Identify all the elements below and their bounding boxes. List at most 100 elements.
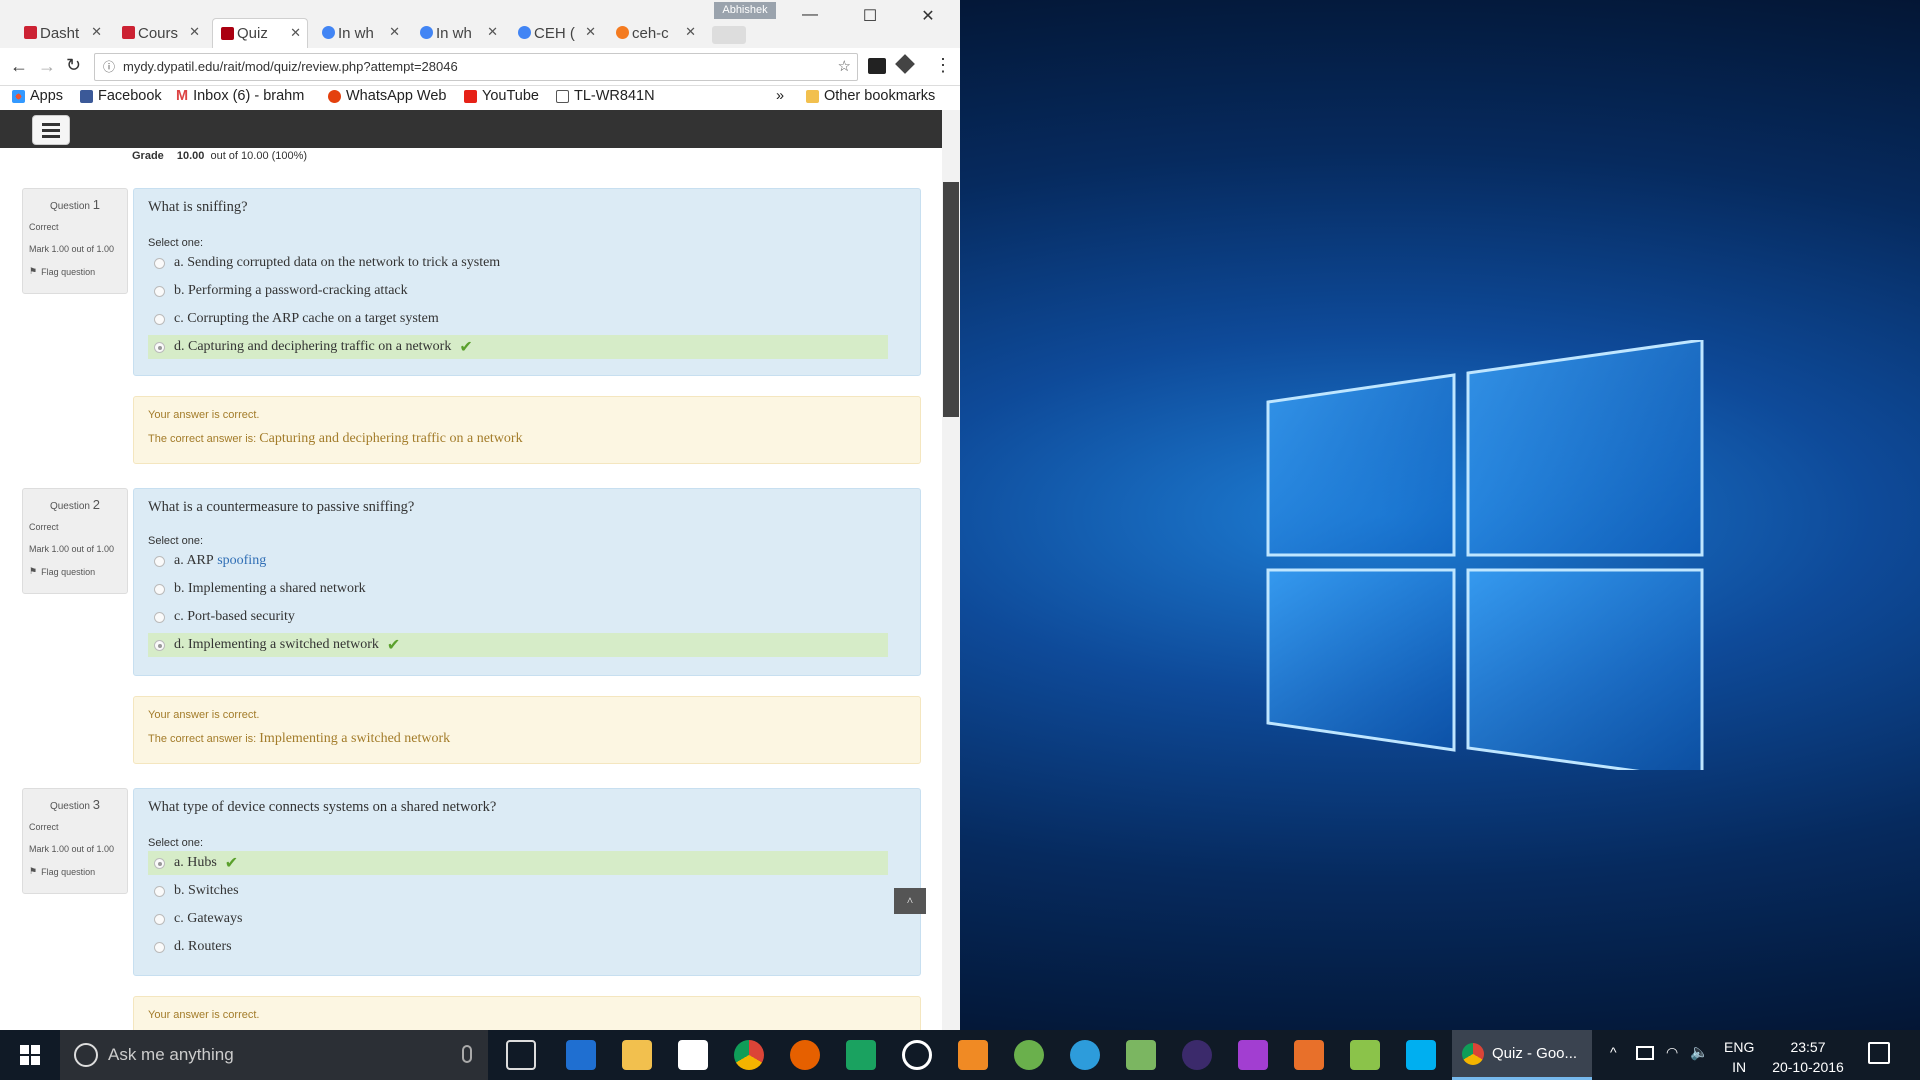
chrome-icon[interactable] xyxy=(734,1040,764,1070)
reload-icon[interactable]: ↻ xyxy=(66,55,81,76)
edge-icon[interactable] xyxy=(566,1040,596,1070)
bookmark-star-icon[interactable]: ☆ xyxy=(838,54,851,80)
bookmark-gmail[interactable]: M Inbox (6) - brahm xyxy=(176,88,304,104)
glossary-link[interactable]: spoofing xyxy=(217,553,266,569)
answer-option-selected[interactable]: d. Capturing and deciphering traffic on … xyxy=(148,335,888,359)
tab-close-icon[interactable]: ✕ xyxy=(487,24,498,40)
bluestacks-icon[interactable] xyxy=(1350,1040,1380,1070)
radio-button[interactable] xyxy=(154,913,165,925)
answer-option[interactable]: b. Switches xyxy=(148,879,888,903)
select-one-prompt: Select one: xyxy=(148,837,204,849)
answer-option[interactable]: c. Corrupting the ARP cache on a target … xyxy=(148,307,888,331)
answer-option[interactable]: c. Gateways xyxy=(148,907,888,931)
radio-button[interactable] xyxy=(154,611,165,623)
answer-option-selected[interactable]: d. Implementing a switched network ✔ xyxy=(148,633,888,657)
video-icon[interactable] xyxy=(958,1040,988,1070)
matlab-icon[interactable] xyxy=(1294,1040,1324,1070)
tab-google-2[interactable]: In wh ✕ xyxy=(412,18,504,48)
radio-button[interactable] xyxy=(154,857,165,869)
answer-option[interactable]: b. Performing a password-cracking attack xyxy=(148,279,888,303)
radio-button[interactable] xyxy=(154,257,165,269)
region-code: IN xyxy=(1732,1059,1747,1075)
volume-icon[interactable]: 🔈 xyxy=(1690,1043,1709,1061)
answer-option[interactable]: c. Port-based security xyxy=(148,605,888,629)
network-globe-icon[interactable] xyxy=(1070,1040,1100,1070)
skype-icon[interactable] xyxy=(1406,1040,1436,1070)
other-bookmarks[interactable]: Other bookmarks xyxy=(806,88,935,104)
radio-button[interactable] xyxy=(154,583,165,595)
vivaldi-icon[interactable] xyxy=(846,1040,876,1070)
cortana-search-box[interactable]: Ask me anything xyxy=(60,1030,488,1080)
answer-option[interactable]: a. ARP spoofing xyxy=(148,549,888,573)
task-view-icon[interactable] xyxy=(506,1040,536,1070)
radio-button[interactable] xyxy=(154,341,165,353)
taskbar-chrome-window[interactable]: Quiz - Goo... xyxy=(1452,1030,1592,1080)
extension-icon[interactable] xyxy=(868,58,886,74)
microphone-icon[interactable] xyxy=(462,1045,472,1063)
tab-close-icon[interactable]: ✕ xyxy=(685,24,696,40)
bookmark-apps[interactable]: Apps xyxy=(12,88,63,104)
phpstorm-icon[interactable] xyxy=(1238,1040,1268,1070)
tab-google-3[interactable]: CEH ( ✕ xyxy=(510,18,602,48)
tab-dashboard[interactable]: Dasht ✕ xyxy=(16,18,108,48)
tab-google-1[interactable]: In wh ✕ xyxy=(314,18,406,48)
answer-option[interactable]: a. Sending corrupted data on the network… xyxy=(148,251,888,275)
flag-question-link[interactable]: ⚑ Flag question xyxy=(29,266,121,277)
radio-button[interactable] xyxy=(154,555,165,567)
radio-button[interactable] xyxy=(154,941,165,953)
hamburger-menu-button[interactable] xyxy=(32,115,70,145)
firefox-icon[interactable] xyxy=(790,1040,820,1070)
flag-question-link[interactable]: ⚑ Flag question xyxy=(29,566,121,577)
maximize-button[interactable]: ☐ xyxy=(850,6,890,32)
tab-close-icon[interactable]: ✕ xyxy=(585,24,596,40)
chrome-menu-icon[interactable]: ⋮ xyxy=(934,55,952,76)
bookmark-label: Apps xyxy=(30,88,64,104)
clock[interactable]: 23:57 20-10-2016 xyxy=(1766,1037,1850,1077)
back-arrow-icon[interactable]: ← xyxy=(10,56,28,77)
radio-button[interactable] xyxy=(154,285,165,297)
input-language[interactable]: ENG IN xyxy=(1724,1037,1754,1077)
file-explorer-icon[interactable] xyxy=(622,1040,652,1070)
radio-button[interactable] xyxy=(154,639,165,651)
minimize-button[interactable]: — xyxy=(790,6,830,32)
scrollbar-thumb[interactable] xyxy=(943,182,959,417)
bookmark-router[interactable]: TL-WR841N xyxy=(556,88,655,104)
answer-option[interactable]: b. Implementing a shared network xyxy=(148,577,888,601)
battery-icon[interactable] xyxy=(1636,1046,1654,1060)
address-bar[interactable]: ⓘ mydy.dypatil.edu/rait/mod/quiz/review.… xyxy=(94,53,858,81)
bookmark-facebook[interactable]: Facebook xyxy=(80,88,162,104)
forward-arrow-icon[interactable]: → xyxy=(38,56,56,77)
info-icon[interactable]: ⓘ xyxy=(103,54,115,80)
tab-close-icon[interactable]: ✕ xyxy=(389,24,400,40)
tab-quiz[interactable]: Quiz ✕ xyxy=(212,18,308,48)
radio-button[interactable] xyxy=(154,885,165,897)
back-to-top-button[interactable]: ^ xyxy=(894,888,926,914)
utorrent-icon[interactable] xyxy=(1014,1040,1044,1070)
wifi-icon[interactable]: ◠ xyxy=(1666,1044,1678,1061)
answer-option[interactable]: d. Routers xyxy=(148,935,888,959)
extension-diamond-icon[interactable] xyxy=(895,54,915,74)
close-window-button[interactable]: ✕ xyxy=(908,6,948,32)
store-icon[interactable] xyxy=(678,1040,708,1070)
tab-close-icon[interactable]: ✕ xyxy=(189,24,200,40)
bookmark-youtube[interactable]: YouTube xyxy=(464,88,539,104)
page-scrollbar[interactable] xyxy=(942,110,960,1030)
radio-button[interactable] xyxy=(154,313,165,325)
bookmark-label: Facebook xyxy=(98,88,162,104)
tab-pdf[interactable]: ceh-c ✕ xyxy=(608,18,702,48)
profile-chip[interactable]: Abhishek xyxy=(714,2,776,19)
tab-course[interactable]: Cours ✕ xyxy=(114,18,206,48)
new-tab-button[interactable] xyxy=(712,26,746,44)
tab-close-icon[interactable]: ✕ xyxy=(91,24,102,40)
flag-question-link[interactable]: ⚑ Flag question xyxy=(29,866,121,877)
tray-chevron-icon[interactable]: ^ xyxy=(1610,1044,1617,1060)
start-button[interactable] xyxy=(0,1030,60,1080)
bookmarks-overflow-button[interactable]: » xyxy=(776,88,784,104)
tab-close-icon[interactable]: ✕ xyxy=(290,25,301,41)
bookmark-whatsapp[interactable]: WhatsApp Web xyxy=(328,88,446,104)
eclipse-icon[interactable] xyxy=(1182,1040,1212,1070)
answer-option-selected[interactable]: a. Hubs ✔ xyxy=(148,851,888,875)
notepad-icon[interactable] xyxy=(1126,1040,1156,1070)
media-player-icon[interactable] xyxy=(902,1040,932,1070)
action-center-icon[interactable] xyxy=(1868,1042,1890,1064)
